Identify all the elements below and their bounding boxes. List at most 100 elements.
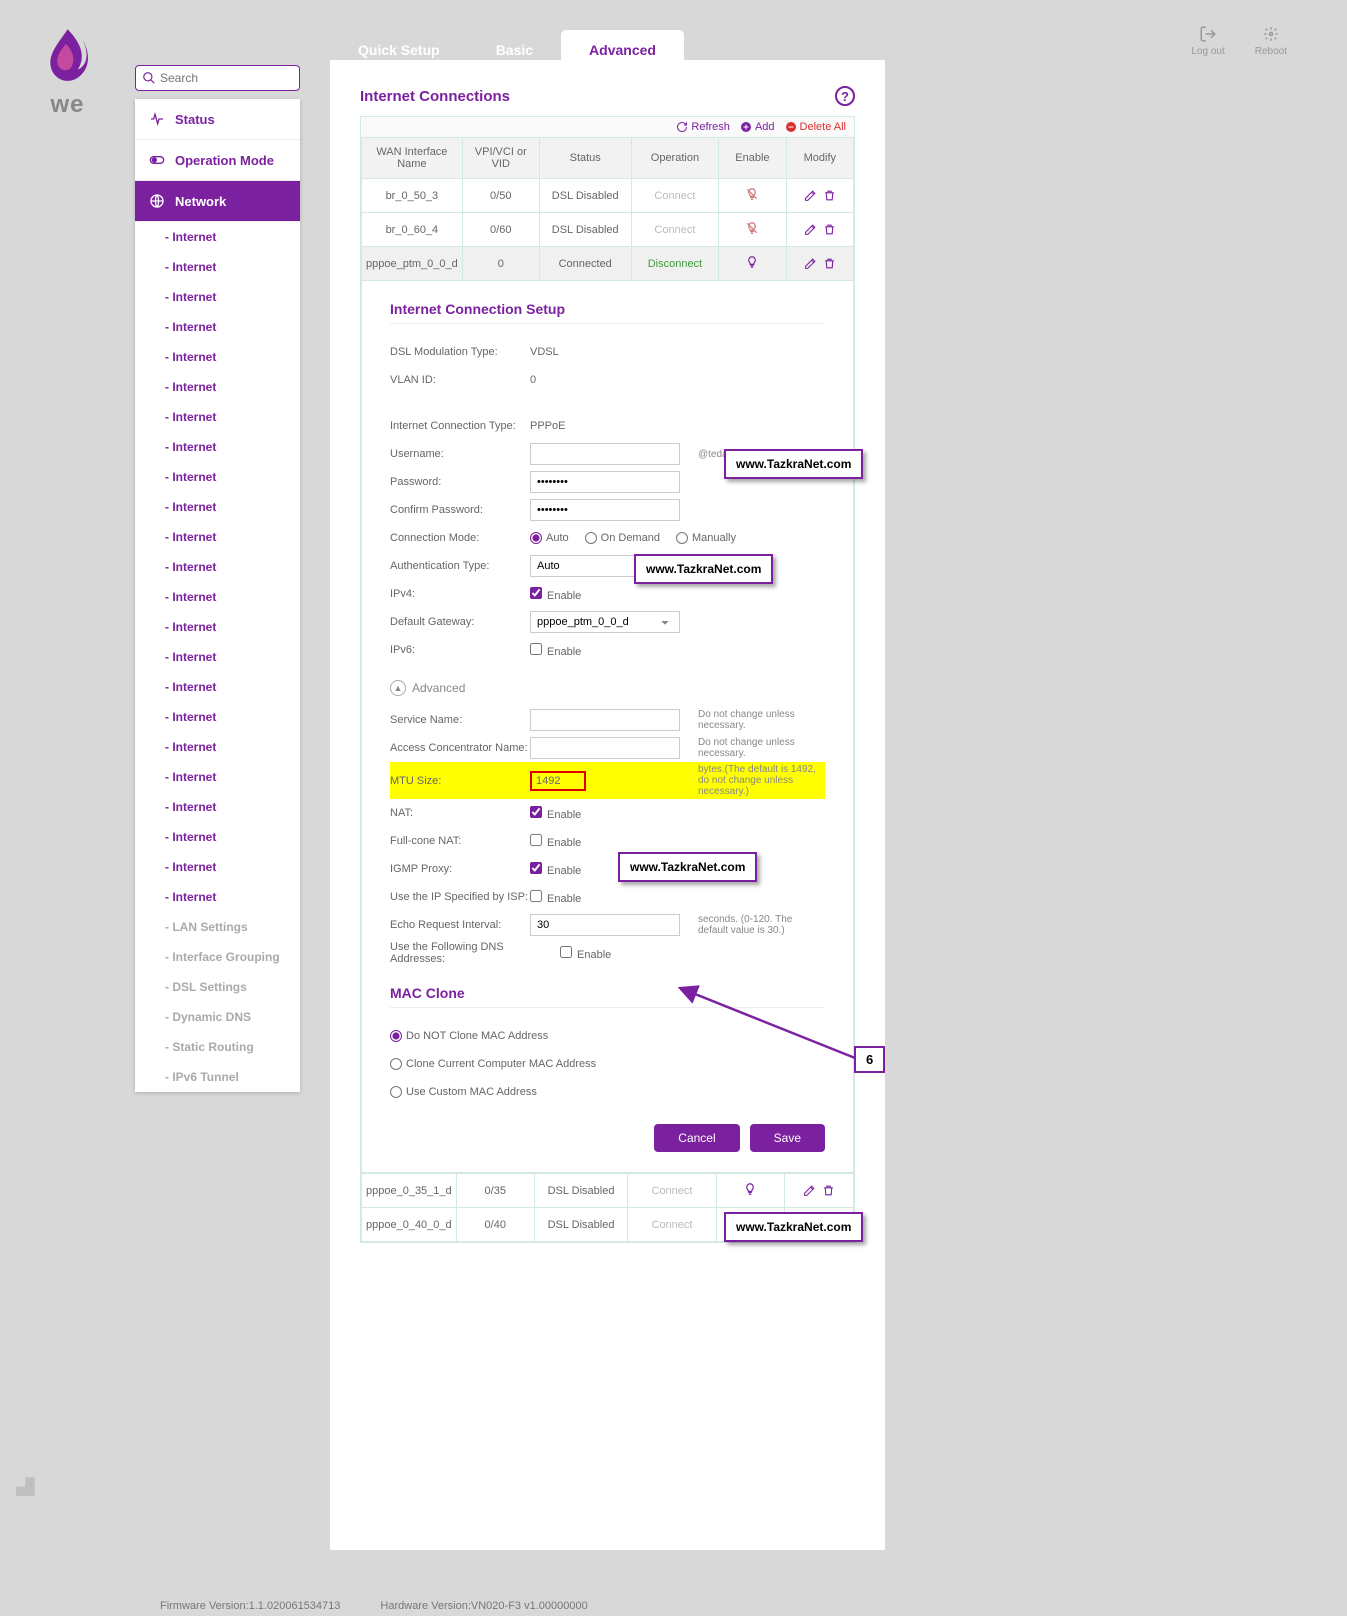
sidebar-subitem[interactable]: - Internet [135, 222, 300, 252]
mac-opt-c[interactable]: Use Custom MAC Address [390, 1086, 537, 1098]
advanced-toggle[interactable]: ▲Advanced [390, 680, 825, 696]
delete-label: Delete All [800, 121, 846, 133]
refresh-button[interactable]: Refresh [676, 121, 730, 133]
sidebar-subitem[interactable]: - LAN Settings [135, 912, 300, 942]
table-row[interactable]: br_0_50_30/50DSL DisabledConnect [362, 179, 854, 213]
sidebar-subitem[interactable]: - Internet [135, 612, 300, 642]
edit-icon[interactable] [804, 189, 817, 202]
sidebar-item-status[interactable]: Status [135, 99, 300, 140]
sidebar-subitem[interactable]: - Internet [135, 492, 300, 522]
username-input[interactable] [530, 443, 680, 465]
fcnat-label: Full-cone NAT: [390, 835, 530, 847]
trash-icon[interactable] [822, 1184, 835, 1197]
sidebar-subitem[interactable]: - Internet [135, 522, 300, 552]
delete-all-button[interactable]: Delete All [785, 121, 846, 133]
sidebar-subitem[interactable]: - IPv6 Tunnel [135, 1062, 300, 1092]
fcnat-enable[interactable]: Enable [530, 834, 581, 849]
conn-mode-auto[interactable]: Auto [530, 532, 569, 544]
wan-table: WAN Interface Name VPI/VCI or VID Status… [361, 137, 854, 281]
sidebar-subitem[interactable]: - Internet [135, 762, 300, 792]
edit-icon[interactable] [804, 257, 817, 270]
ipv6-enable[interactable]: Enable [530, 643, 581, 658]
sidebar-subitem[interactable]: - Internet [135, 672, 300, 702]
trash-icon[interactable] [823, 257, 836, 270]
th-modify: Modify [786, 138, 853, 179]
dns-enable[interactable]: Enable [560, 946, 611, 961]
sidebar-subitem[interactable]: - DSL Settings [135, 972, 300, 1002]
table-row-selected[interactable]: pppoe_ptm_0_0_d 0 Connected Disconnect [362, 247, 854, 281]
cell-op[interactable]: Connect [628, 1208, 717, 1242]
cell-enable[interactable] [719, 179, 786, 213]
conn-type-label: Internet Connection Type: [390, 420, 530, 432]
ipv4-enable-label: Enable [547, 590, 581, 602]
th-vid: VPI/VCI or VID [462, 138, 539, 179]
ipisp-enable-label: Enable [547, 893, 581, 905]
cell-enable[interactable] [719, 213, 786, 247]
ac-input[interactable] [530, 737, 680, 759]
sidebar-subitem[interactable]: - Internet [135, 822, 300, 852]
password-input[interactable] [530, 471, 680, 493]
ipisp-enable[interactable]: Enable [530, 890, 581, 905]
table-row[interactable]: br_0_60_40/60DSL DisabledConnect [362, 213, 854, 247]
sidebar-subitem[interactable]: - Internet [135, 312, 300, 342]
sidebar-subitem[interactable]: - Internet [135, 282, 300, 312]
edit-icon[interactable] [803, 1184, 816, 1197]
search-box[interactable] [135, 65, 300, 91]
echo-input[interactable] [530, 914, 680, 936]
search-input[interactable] [160, 71, 293, 85]
conn-mode-manual[interactable]: Manually [676, 532, 736, 544]
trash-icon[interactable] [823, 223, 836, 236]
mac-opt-b[interactable]: Clone Current Computer MAC Address [390, 1058, 596, 1070]
conn-mode-ondemand[interactable]: On Demand [585, 532, 660, 544]
sidebar-subitem[interactable]: - Internet [135, 582, 300, 612]
table-row[interactable]: pppoe_0_35_1_d0/35DSL DisabledConnect [362, 1174, 854, 1208]
cell-op[interactable]: Connect [628, 1174, 717, 1208]
add-button[interactable]: Add [740, 121, 775, 133]
edit-icon[interactable] [804, 223, 817, 236]
logout-link[interactable]: Log out [1191, 25, 1224, 57]
sidebar-subitem[interactable]: - Internet [135, 432, 300, 462]
cell-op[interactable]: Disconnect [631, 247, 719, 281]
help-icon[interactable]: ? [835, 86, 855, 106]
save-button[interactable]: Save [750, 1124, 825, 1152]
cell-op[interactable]: Connect [631, 213, 719, 247]
sidebar-subitem[interactable]: - Internet [135, 882, 300, 912]
cancel-button[interactable]: Cancel [654, 1124, 739, 1152]
sidebar-subitem[interactable]: - Internet [135, 402, 300, 432]
sidebar-subitem[interactable]: - Internet [135, 732, 300, 762]
watermark-4: www.TazkraNet.com [724, 1212, 863, 1242]
sidebar-subitem[interactable]: - Interface Grouping [135, 942, 300, 972]
igmp-enable[interactable]: Enable [530, 862, 581, 877]
gw-select[interactable]: pppoe_ptm_0_0_d [530, 611, 680, 633]
sidebar-subitem[interactable]: - Internet [135, 702, 300, 732]
cell-op[interactable]: Connect [631, 179, 719, 213]
ipv4-enable[interactable]: Enable [530, 587, 581, 602]
cell-enable[interactable] [719, 247, 786, 281]
cell-enable[interactable] [716, 1174, 784, 1208]
confirm-password-input[interactable] [530, 499, 680, 521]
mac-opt-a[interactable]: Do NOT Clone MAC Address [390, 1030, 548, 1042]
flame-icon [40, 25, 95, 85]
sidebar-subitem[interactable]: - Internet [135, 552, 300, 582]
sidebar-subitem[interactable]: - Internet [135, 462, 300, 492]
sidebar-subitem[interactable]: - Internet [135, 792, 300, 822]
cell-name: pppoe_0_40_0_d [362, 1208, 457, 1242]
sidebar-subitem[interactable]: - Internet [135, 252, 300, 282]
reboot-label: Reboot [1255, 46, 1287, 57]
mtu-value[interactable]: 1492 [530, 771, 586, 791]
sidebar-subitem[interactable]: - Static Routing [135, 1032, 300, 1062]
sidebar-subitem[interactable]: - Internet [135, 642, 300, 672]
trash-icon[interactable] [823, 189, 836, 202]
sidebar-subitem[interactable]: - Internet [135, 852, 300, 882]
sidebar-item-network[interactable]: Network [135, 181, 300, 222]
svc-input[interactable] [530, 709, 680, 731]
dns-enable-label: Enable [577, 949, 611, 961]
ac-label: Access Concentrator Name: [390, 742, 530, 754]
reboot-link[interactable]: Reboot [1255, 25, 1287, 57]
sidebar-item-operation-mode[interactable]: Operation Mode [135, 140, 300, 181]
sidebar-subitem[interactable]: - Internet [135, 372, 300, 402]
nat-enable[interactable]: Enable [530, 806, 581, 821]
sidebar-subitem[interactable]: - Dynamic DNS [135, 1002, 300, 1032]
cell-modify [786, 213, 853, 247]
sidebar-subitem[interactable]: - Internet [135, 342, 300, 372]
